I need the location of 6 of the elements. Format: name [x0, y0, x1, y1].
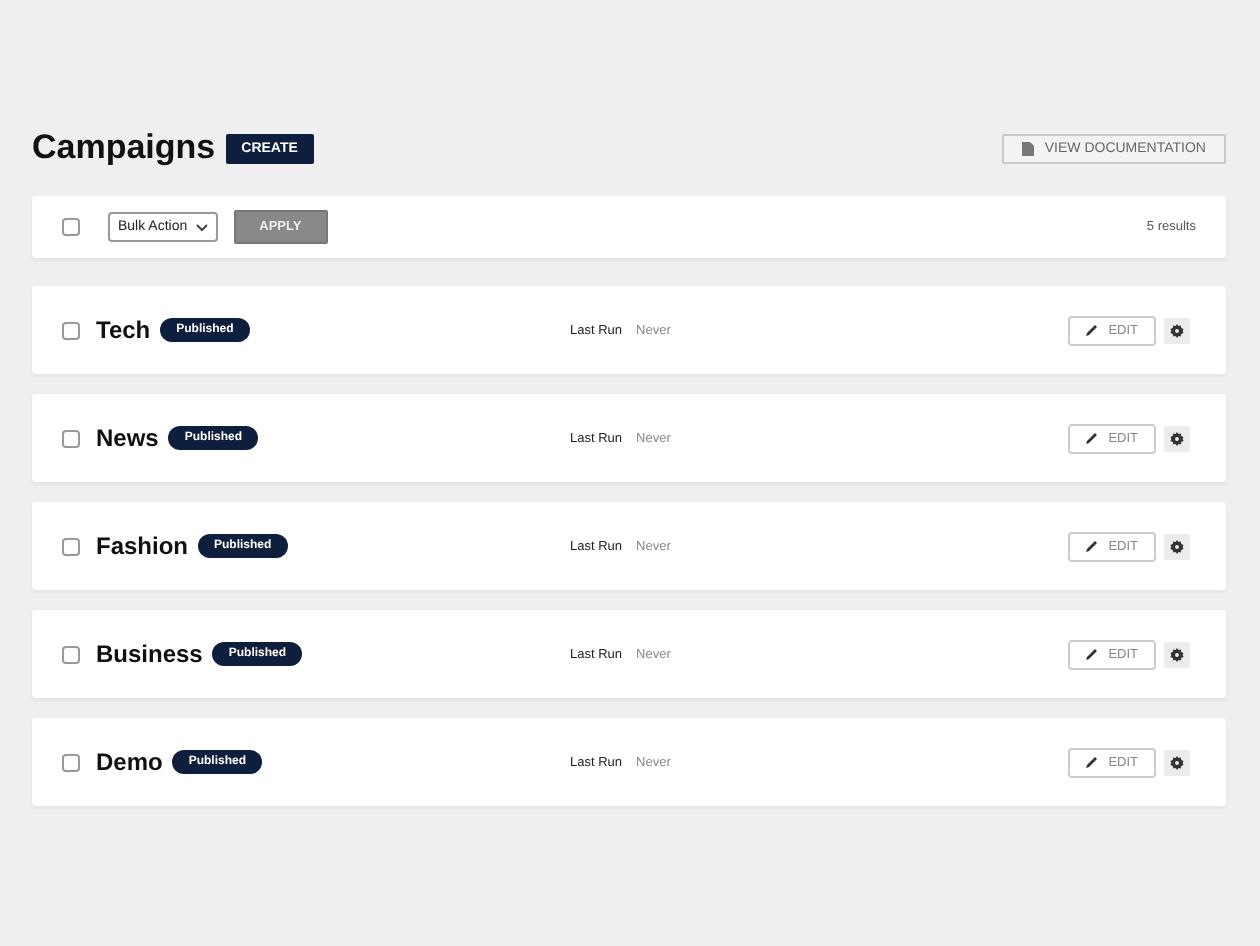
campaign-name: Fashion — [96, 532, 189, 560]
page-title: Campaigns — [32, 128, 216, 168]
campaign-name: Business — [96, 640, 203, 668]
campaign-name: Tech — [96, 316, 151, 344]
campaign-name: Demo — [96, 748, 163, 776]
campaign-name: News — [96, 424, 159, 452]
